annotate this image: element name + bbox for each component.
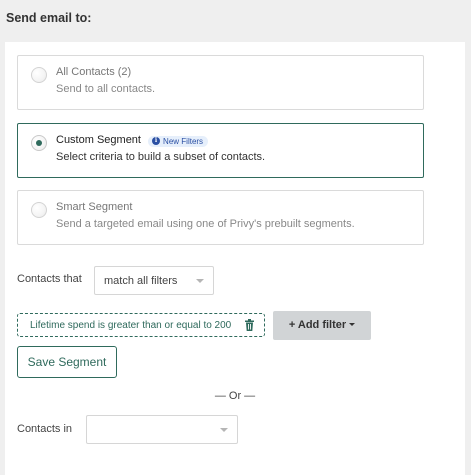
- radio-custom-segment[interactable]: [31, 135, 47, 151]
- select-value: match all filters: [104, 275, 178, 287]
- option-description: Select criteria to build a subset of con…: [56, 151, 266, 163]
- contacts-in-label: Contacts in: [17, 423, 73, 435]
- caret-down-icon: [349, 323, 356, 326]
- match-filters-select[interactable]: match all filters: [94, 266, 214, 295]
- trash-icon[interactable]: [245, 319, 254, 331]
- chevron-down-icon: [220, 428, 228, 432]
- page-heading: Send email to:: [6, 11, 92, 25]
- radio-smart-segment[interactable]: [31, 202, 47, 218]
- add-filter-button[interactable]: + Add filter: [273, 311, 371, 340]
- info-icon: i: [152, 137, 161, 145]
- option-title: Custom Segment i New Filters: [56, 134, 209, 147]
- filter-text: Lifetime spend is greater than or equal …: [30, 320, 232, 331]
- new-filters-badge: i New Filters: [148, 135, 209, 147]
- segment-panel: All Contacts (2) Send to all contacts. C…: [5, 42, 465, 475]
- option-title-text: Custom Segment: [56, 134, 141, 146]
- option-all-contacts[interactable]: All Contacts (2) Send to all contacts.: [17, 55, 424, 110]
- contacts-in-select[interactable]: [86, 415, 238, 444]
- or-divider: — Or —: [214, 390, 256, 402]
- option-description: Send to all contacts.: [56, 83, 156, 95]
- option-description: Send a targeted email using one of Privy…: [56, 218, 355, 230]
- filter-chip[interactable]: Lifetime spend is greater than or equal …: [17, 313, 265, 337]
- save-segment-button[interactable]: Save Segment: [17, 346, 117, 378]
- badge-label: New Filters: [163, 136, 204, 146]
- option-custom-segment[interactable]: Custom Segment i New Filters Select crit…: [17, 123, 424, 178]
- add-filter-label: + Add filter: [288, 319, 347, 331]
- option-title: Smart Segment: [56, 201, 133, 213]
- option-title: All Contacts (2): [56, 66, 132, 78]
- contacts-that-label: Contacts that: [17, 273, 82, 285]
- chevron-down-icon: [196, 279, 204, 283]
- radio-all-contacts[interactable]: [31, 67, 47, 83]
- option-smart-segment[interactable]: Smart Segment Send a targeted email usin…: [17, 190, 424, 245]
